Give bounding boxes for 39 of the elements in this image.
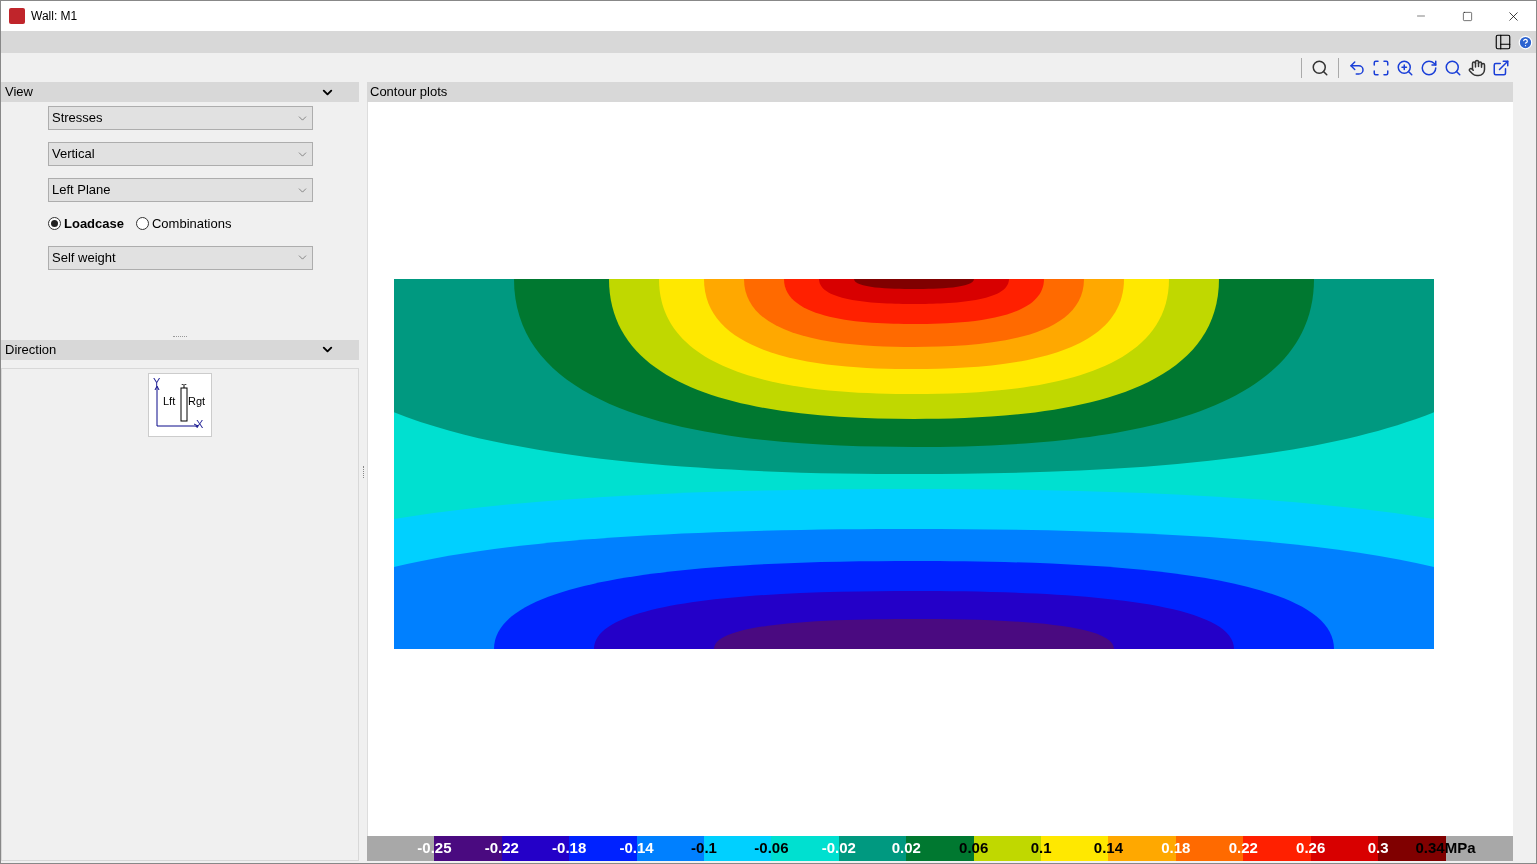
left-label: Lft <box>163 393 176 409</box>
panel-header[interactable]: Direction <box>1 339 359 360</box>
legend-label: -0.02 <box>821 838 856 859</box>
window-title: Wall: M1 <box>31 8 78 25</box>
hand-icon[interactable] <box>1468 58 1486 77</box>
dropdown[interactable]: Stresses <box>48 106 313 130</box>
legend-label: 0.26 <box>1296 838 1326 859</box>
help-icon[interactable] <box>1518 34 1533 50</box>
legend-label: -0.18 <box>552 838 587 859</box>
legend-label: 0.3 <box>1367 838 1389 859</box>
dropdown[interactable]: Left Plane <box>48 178 313 202</box>
legend-label: -0.06 <box>754 838 789 859</box>
dropdown[interactable]: Vertical <box>48 142 313 166</box>
panel-header[interactable]: View <box>1 82 359 102</box>
zoom-extents-icon[interactable] <box>1372 58 1390 77</box>
axis-label: X <box>196 416 204 432</box>
radio-button[interactable]: Combinations <box>136 214 232 234</box>
legend-label: 0.18 <box>1161 838 1191 859</box>
maximize-icon <box>1461 10 1473 22</box>
zoom-in-icon[interactable] <box>1396 58 1414 77</box>
legend-label: 0.1 <box>1030 838 1052 859</box>
legend-label: 0.02 <box>891 838 921 859</box>
legend-label: 0.34MPa <box>1415 838 1476 859</box>
right-label: Rgt <box>188 393 206 409</box>
radio-button[interactable]: Loadcase <box>48 214 124 234</box>
legend-label: -0.22 <box>484 838 519 859</box>
app-logo-icon <box>9 8 25 24</box>
search-icon[interactable] <box>1311 58 1329 77</box>
legend-label: -0.1 <box>691 838 717 859</box>
export-icon[interactable] <box>1492 58 1510 77</box>
direction-diagram[interactable]: Y Lft Rgt X <box>148 372 212 437</box>
axis-label: Y <box>153 374 161 390</box>
redraw-icon[interactable] <box>1420 58 1438 77</box>
panel-header: Contour plots <box>367 82 1513 102</box>
legend-label: -0.14 <box>619 838 654 859</box>
dropdown[interactable]: Self weight <box>48 245 313 270</box>
legend-label: 0.22 <box>1228 838 1258 859</box>
legend-label: 0.14 <box>1093 838 1124 859</box>
layout-icon[interactable] <box>1494 33 1512 51</box>
